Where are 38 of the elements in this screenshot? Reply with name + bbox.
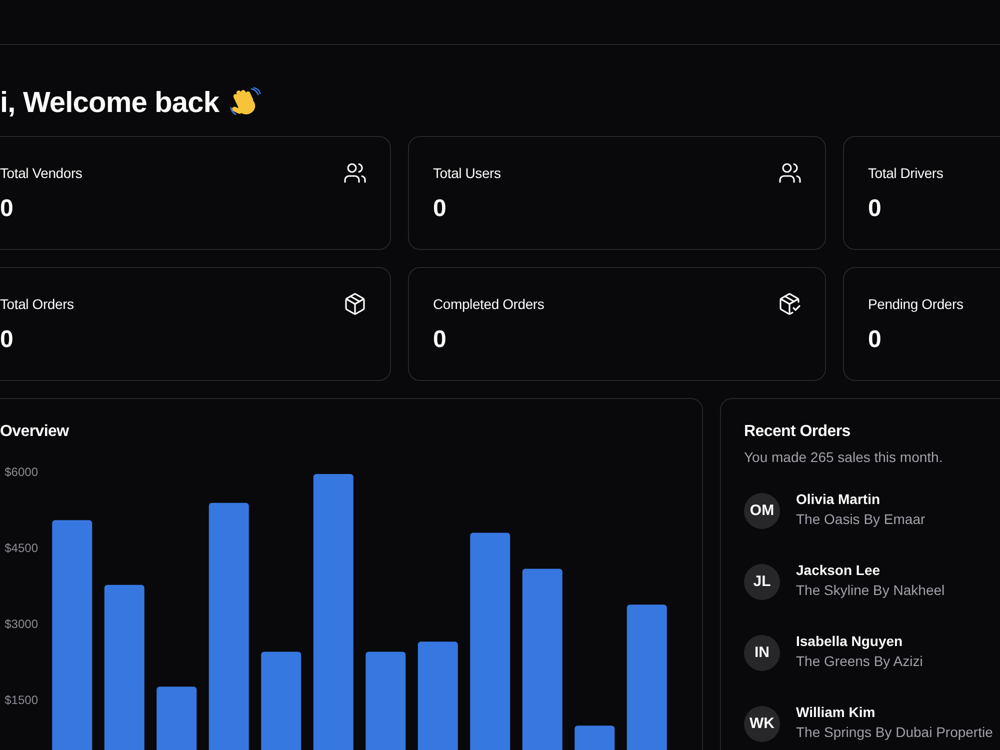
project-name: The Oasis By Emaar	[796, 510, 926, 529]
package-check-icon	[779, 293, 801, 315]
y-tick-label: $1500	[4, 692, 38, 707]
users-icon	[779, 162, 801, 184]
customer-name: Jackson Lee	[796, 561, 880, 580]
avatar: JL	[744, 564, 780, 600]
stat-value: 0	[0, 325, 14, 355]
project-name: The Springs By Dubai Propertie	[796, 723, 993, 742]
customer-name: Olivia Martin	[796, 490, 880, 509]
stat-label: Pending Orders	[868, 295, 964, 314]
stat-label: Completed Orders	[433, 295, 544, 314]
users-icon	[344, 162, 366, 184]
stat-label: Total Orders	[0, 295, 74, 314]
avatar: IN	[744, 634, 780, 670]
project-name: The Skyline By Nakheel	[796, 581, 945, 600]
y-tick-label: $3000	[4, 616, 38, 631]
package-icon	[344, 293, 366, 315]
stat-value: 0	[868, 325, 882, 355]
chart-bar	[574, 726, 615, 750]
y-tick-label: $6000	[4, 465, 38, 479]
chart-bar	[156, 686, 197, 750]
greeting-heading: i, Welcome back	[0, 86, 220, 121]
stat-value: 0	[433, 194, 446, 224]
stat-value: 0	[0, 194, 14, 224]
panel-title: Recent Orders	[744, 424, 850, 440]
customer-name: William Kim	[796, 703, 876, 722]
panel-subtitle: You made 265 sales this month.	[744, 448, 943, 467]
stat-value: 0	[433, 325, 446, 355]
project-name: The Greens By Azizi	[796, 652, 923, 671]
avatar: WK	[744, 706, 780, 742]
avatar: OM	[744, 492, 780, 528]
stat-value: 0	[868, 194, 882, 224]
stat-label: Total Vendors	[0, 164, 82, 183]
panel-title: Overview	[0, 424, 69, 440]
stat-label: Total Drivers	[868, 164, 944, 183]
customer-name: Isabella Nguyen	[796, 632, 903, 651]
stat-label: Total Users	[433, 164, 501, 183]
y-tick-label: $4500	[4, 540, 38, 555]
